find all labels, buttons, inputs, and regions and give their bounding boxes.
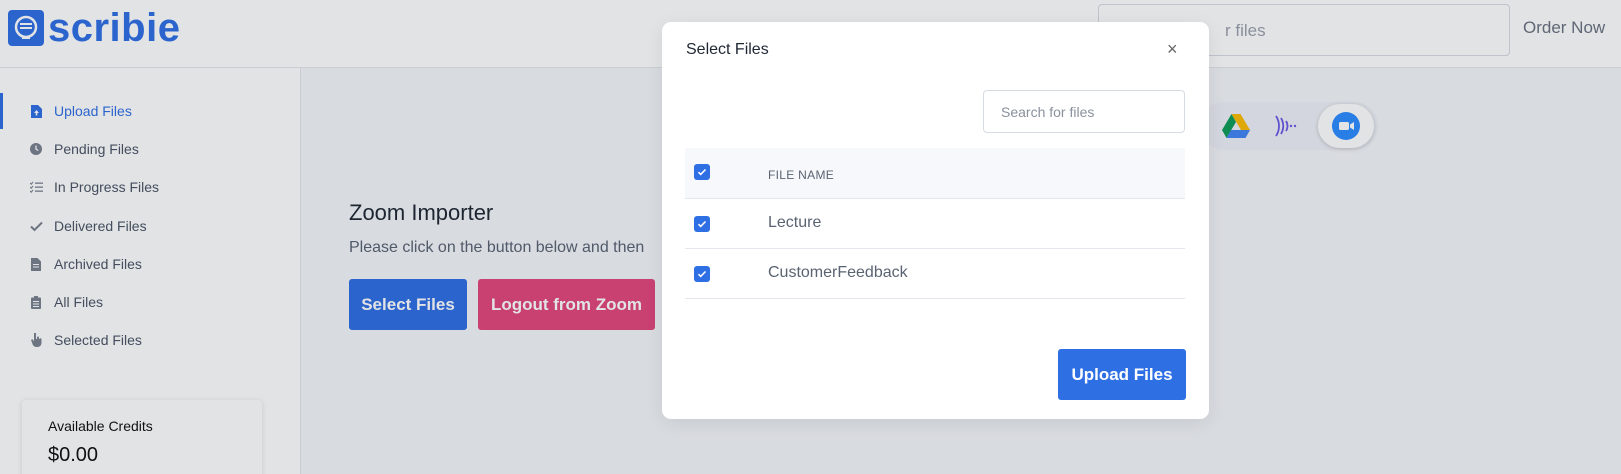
row-checkbox[interactable] — [694, 266, 710, 282]
file-name-column-header: FILE NAME — [768, 168, 835, 182]
upload-files-button[interactable]: Upload Files — [1058, 349, 1186, 400]
table-row[interactable]: Lecture — [685, 199, 1185, 249]
row-checkbox[interactable] — [694, 216, 710, 232]
select-files-modal: Select Files × FILE NAME Lecture Custome… — [662, 22, 1209, 419]
file-name-cell: Lecture — [768, 214, 822, 231]
file-search-input[interactable] — [983, 90, 1185, 133]
close-icon[interactable]: × — [1167, 40, 1178, 58]
table-header: FILE NAME — [685, 148, 1185, 199]
modal-title: Select Files — [686, 41, 769, 58]
select-all-checkbox[interactable] — [694, 164, 710, 180]
file-name-cell: CustomerFeedback — [768, 264, 908, 281]
table-row[interactable]: CustomerFeedback — [685, 249, 1185, 299]
